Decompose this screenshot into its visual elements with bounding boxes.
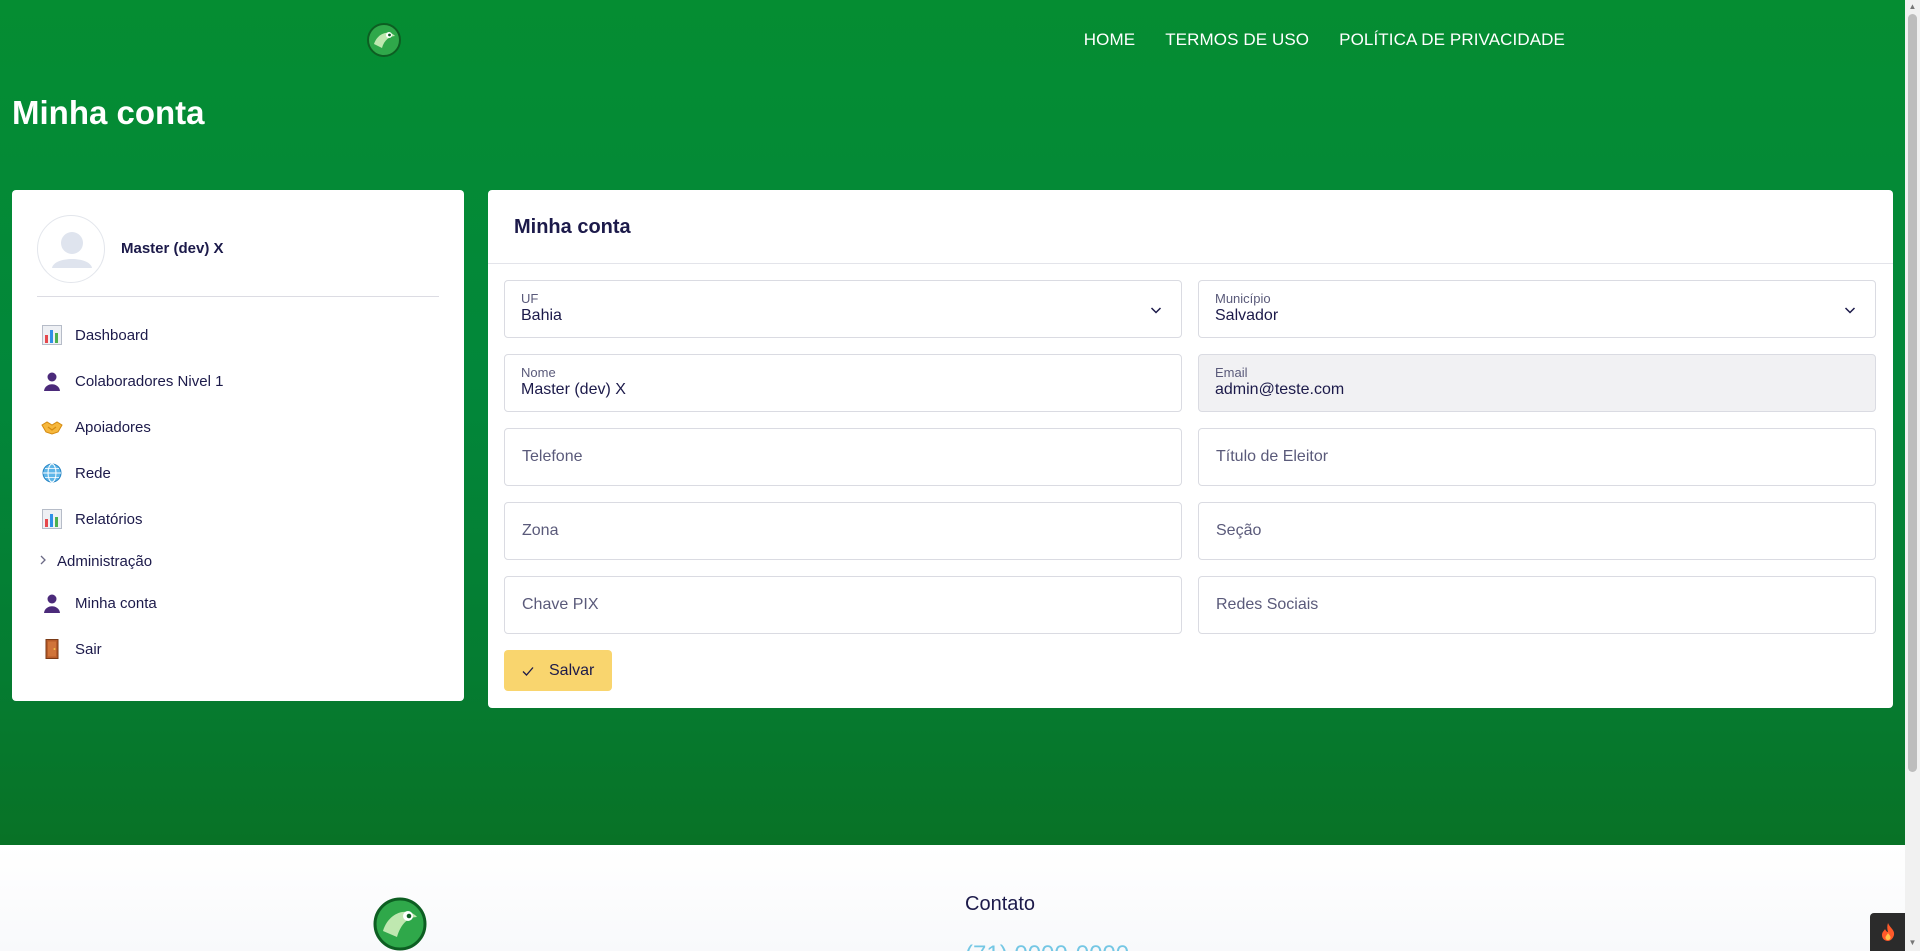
municipio-value: Salvador <box>1215 307 1279 324</box>
sidebar-item-colaboradores[interactable]: Colaboradores Nivel 1 <box>37 358 439 404</box>
main-nav: HOME TERMOS DE USO POLÍTICA DE PRIVACIDA… <box>1084 30 1565 50</box>
nav-link-terms[interactable]: TERMOS DE USO <box>1165 30 1309 50</box>
logo-icon[interactable] <box>373 897 427 951</box>
secao-field[interactable]: Seção <box>1198 502 1876 560</box>
card-header: Minha conta <box>488 190 1893 264</box>
account-form-card: Minha conta UF Bahia Município Salvador … <box>488 190 1893 708</box>
avatar[interactable] <box>37 215 105 283</box>
nome-field[interactable]: Nome Master (dev) X <box>504 354 1182 412</box>
email-value: admin@teste.com <box>1215 381 1345 398</box>
form-title: Minha conta <box>514 216 631 238</box>
logo-icon[interactable] <box>366 22 402 58</box>
sidebar-item-dashboard[interactable]: Dashboard <box>37 312 439 358</box>
contact-phone[interactable]: (71) 0000-0000 <box>965 941 1129 951</box>
sidebar-item-label: Apoiadores <box>75 418 151 436</box>
sidebar-item-administracao[interactable]: Administração <box>37 542 439 580</box>
scroll-up-icon[interactable]: ▲ <box>1908 2 1917 12</box>
chevron-down-icon <box>1844 307 1856 314</box>
footer: Contato (71) 0000-0000 <box>0 845 1905 951</box>
email-label: Email <box>1215 365 1248 380</box>
sidebar-item-label: Colaboradores Nivel 1 <box>75 372 224 390</box>
sidebar-item-apoiadores[interactable]: Apoiadores <box>37 404 439 450</box>
sidebar-item-label: Minha conta <box>75 594 157 612</box>
handshake-icon <box>41 416 63 438</box>
sidebar-item-label: Administração <box>57 552 153 570</box>
titulo-eleitor-field[interactable]: Título de Eleitor <box>1198 428 1876 486</box>
municipio-select[interactable]: Município Salvador <box>1198 280 1876 338</box>
telefone-field[interactable]: Telefone <box>504 428 1182 486</box>
user-placeholder-icon <box>52 232 92 268</box>
sidebar-menu: Dashboard Colaboradores Nivel 1 Apoiador… <box>37 312 439 672</box>
sidebar-item-rede[interactable]: Rede <box>37 450 439 496</box>
contact-title: Contato <box>965 893 1036 915</box>
globe-icon <box>41 462 63 484</box>
person-icon <box>41 370 63 392</box>
redes-sociais-field[interactable]: Redes Sociais <box>1198 576 1876 634</box>
check-icon <box>522 666 534 676</box>
page-title: Minha conta <box>12 94 205 131</box>
titulo-eleitor-placeholder: Título de Eleitor <box>1216 448 1329 465</box>
door-icon <box>41 638 63 660</box>
zona-placeholder: Zona <box>522 522 559 539</box>
sidebar-item-sair[interactable]: Sair <box>37 626 439 672</box>
secao-placeholder: Seção <box>1216 522 1262 539</box>
telefone-placeholder: Telefone <box>522 448 583 465</box>
uf-select[interactable]: UF Bahia <box>504 280 1182 338</box>
person-icon <box>41 592 63 614</box>
redes-sociais-placeholder: Redes Sociais <box>1216 596 1319 613</box>
sidebar-item-label: Rede <box>75 464 111 482</box>
chave-pix-field[interactable]: Chave PIX <box>504 576 1182 634</box>
uf-label: UF <box>521 291 539 306</box>
sidebar-card: Master (dev) X Dashboard Colaboradores N… <box>12 190 464 701</box>
sidebar-item-label: Sair <box>75 640 102 658</box>
scroll-thumb[interactable] <box>1908 14 1917 772</box>
nav-link-home[interactable]: HOME <box>1084 30 1135 50</box>
sidebar-item-label: Relatórios <box>75 510 143 528</box>
vertical-scrollbar[interactable]: ▲ ▼ <box>1905 0 1920 951</box>
uf-value: Bahia <box>521 307 562 324</box>
sidebar-item-minha-conta[interactable]: Minha conta <box>37 580 439 626</box>
nome-label: Nome <box>521 365 556 380</box>
chevron-down-icon <box>1150 307 1162 314</box>
profile-section: Master (dev) X <box>37 215 439 297</box>
flame-icon[interactable] <box>1870 913 1905 951</box>
sidebar-item-relatorios[interactable]: Relatórios <box>37 496 439 542</box>
hero-background: HOME TERMOS DE USO POLÍTICA DE PRIVACIDA… <box>0 0 1905 845</box>
nome-value: Master (dev) X <box>521 381 626 398</box>
top-navigation-bar: HOME TERMOS DE USO POLÍTICA DE PRIVACIDA… <box>0 0 1905 80</box>
bar-chart-icon <box>41 324 63 346</box>
email-field: Email admin@teste.com <box>1198 354 1876 412</box>
chave-pix-placeholder: Chave PIX <box>522 596 599 613</box>
profile-name: Master (dev) X <box>121 240 224 257</box>
chevron-right-icon <box>39 554 49 568</box>
sidebar-item-label: Dashboard <box>75 326 149 344</box>
save-button-label: Salvar <box>549 661 595 679</box>
save-button[interactable]: Salvar <box>504 650 612 691</box>
nav-link-privacy[interactable]: POLÍTICA DE PRIVACIDADE <box>1339 30 1565 50</box>
bar-chart-icon <box>41 508 63 530</box>
zona-field[interactable]: Zona <box>504 502 1182 560</box>
scroll-down-icon[interactable]: ▼ <box>1908 938 1917 948</box>
municipio-label: Município <box>1215 291 1271 306</box>
